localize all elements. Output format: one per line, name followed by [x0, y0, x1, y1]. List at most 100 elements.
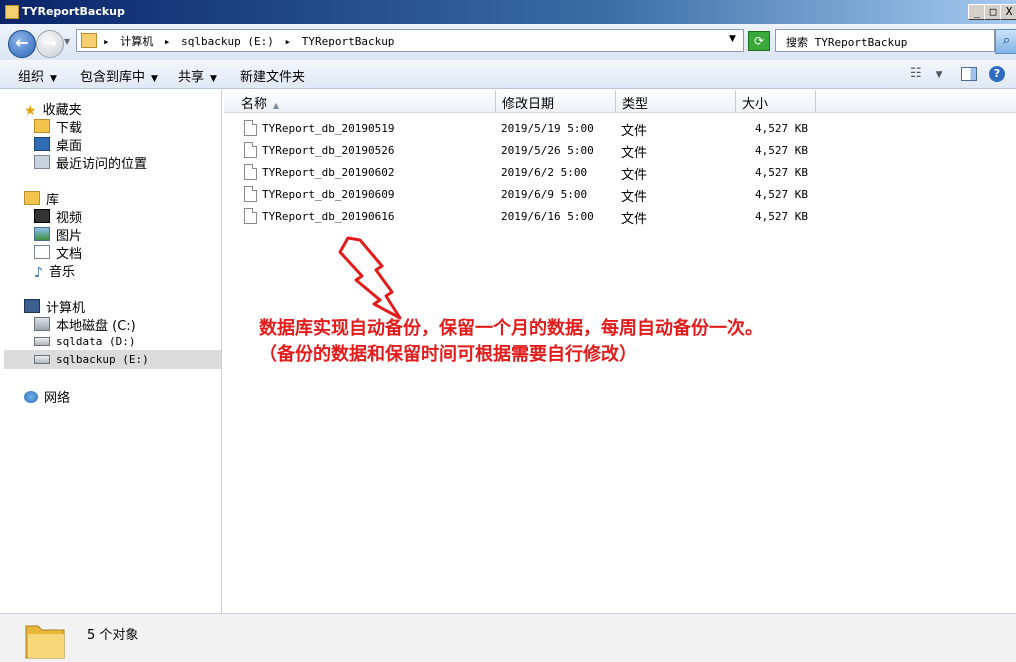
column-size[interactable]: 大小 — [742, 93, 768, 112]
nav-favorites[interactable]: ★ 收藏夹 — [24, 99, 82, 119]
address-dropdown-icon[interactable]: ▼ — [729, 34, 736, 44]
breadcrumb-drive[interactable]: sqlbackup (E:) — [181, 35, 274, 48]
file-name: TYReport_db_20190526 — [262, 144, 395, 157]
include-in-library-button[interactable]: 包含到库中 ▼ — [80, 66, 158, 85]
nav-music[interactable]: ♪ 音乐 — [34, 261, 75, 281]
nav-documents[interactable]: 文档 — [34, 243, 82, 262]
nav-desktop-label: 桌面 — [56, 139, 83, 154]
file-modified: 2019/5/19 5:00 — [501, 122, 594, 135]
file-name: TYReport_db_20190519 — [262, 122, 395, 135]
nav-drive-d[interactable]: sqldata (D:) — [34, 335, 135, 348]
file-size: 4,527 KB — [755, 210, 808, 223]
video-icon — [34, 209, 50, 223]
file-name: TYReport_db_20190616 — [262, 210, 395, 223]
sort-ascending-icon: ▲ — [273, 101, 280, 110]
file-modified: 2019/6/16 5:00 — [501, 210, 594, 223]
file-row[interactable]: TYReport_db_20190616 2019/6/16 5:00 文件 4… — [224, 206, 1016, 228]
recent-places-icon — [34, 155, 50, 169]
file-modified: 2019/6/9 5:00 — [501, 188, 588, 201]
nav-libraries[interactable]: 库 — [24, 189, 59, 208]
nav-recent-label: 最近访问的位置 — [56, 157, 148, 172]
search-button[interactable]: ⌕ — [995, 29, 1016, 54]
nav-recent[interactable]: 最近访问的位置 — [34, 153, 147, 172]
column-name[interactable]: 名称 ▲ — [241, 93, 279, 112]
file-name: TYReport_db_20190609 — [262, 188, 395, 201]
file-icon — [244, 120, 257, 136]
library-icon — [24, 191, 40, 205]
view-list-icon: ☷ — [910, 66, 922, 81]
nav-drive-c[interactable]: 本地磁盘 (C:) — [34, 315, 136, 334]
column-divider[interactable] — [495, 90, 496, 112]
file-type: 文件 — [621, 146, 648, 161]
file-modified: 2019/5/26 5:00 — [501, 144, 594, 157]
file-row[interactable]: TYReport_db_20190526 2019/5/26 5:00 文件 4… — [224, 140, 1016, 162]
chevron-down-icon: ▼ — [151, 74, 158, 84]
breadcrumb: ▸ 计算机 ▸ sqlbackup (E:) ▸ TYReportBackup — [103, 33, 398, 49]
nav-downloads[interactable]: 下载 — [34, 117, 82, 136]
desktop-icon — [34, 137, 50, 151]
drive-icon — [34, 337, 50, 346]
nav-music-label: 音乐 — [48, 265, 75, 280]
file-size: 4,527 KB — [755, 122, 808, 135]
file-row[interactable]: TYReport_db_20190519 2019/5/19 5:00 文件 4… — [224, 118, 1016, 140]
breadcrumb-separator-icon[interactable]: ▸ — [164, 35, 171, 48]
nav-desktop[interactable]: 桌面 — [34, 135, 82, 154]
chevron-down-icon[interactable]: ▼ — [936, 70, 943, 80]
recent-pages-dropdown-icon[interactable]: ▼ — [64, 37, 70, 46]
network-icon — [24, 391, 38, 403]
column-type[interactable]: 类型 — [622, 93, 648, 112]
breadcrumb-separator-icon[interactable]: ▸ — [284, 35, 291, 48]
file-row[interactable]: TYReport_db_20190602 2019/6/2 5:00 文件 4,… — [224, 162, 1016, 184]
column-divider[interactable] — [735, 90, 736, 112]
nav-network[interactable]: 网络 — [24, 387, 70, 406]
file-name: TYReport_db_20190602 — [262, 166, 395, 179]
nav-drive-e[interactable]: sqlbackup (E:) — [34, 353, 149, 366]
organize-button[interactable]: 组织 ▼ — [18, 66, 57, 85]
share-label: 共享 — [178, 70, 205, 85]
file-size: 4,527 KB — [755, 166, 808, 179]
folder-icon — [81, 33, 97, 48]
preview-pane-button[interactable] — [961, 67, 977, 81]
music-note-icon: ♪ — [34, 265, 43, 281]
forward-button[interactable]: → — [36, 30, 64, 58]
address-box[interactable]: ▸ 计算机 ▸ sqlbackup (E:) ▸ TYReportBackup — [76, 29, 744, 52]
nav-network-label: 网络 — [44, 391, 71, 406]
breadcrumb-computer[interactable]: 计算机 — [120, 35, 153, 48]
search-input[interactable]: 搜索 TYReportBackup — [775, 29, 995, 52]
help-button[interactable]: ? — [989, 66, 1005, 82]
column-modified[interactable]: 修改日期 — [502, 93, 554, 112]
nav-videos[interactable]: 视频 — [34, 207, 82, 226]
nav-computer[interactable]: 计算机 — [24, 297, 85, 316]
lightning-arrow-icon — [338, 236, 402, 320]
new-folder-button[interactable]: 新建文件夹 — [240, 66, 305, 85]
column-header-bar — [224, 90, 1016, 113]
document-icon — [34, 245, 50, 259]
column-divider[interactable] — [815, 90, 816, 112]
chevron-down-icon: ▼ — [50, 74, 57, 84]
file-modified: 2019/6/2 5:00 — [501, 166, 588, 179]
refresh-button[interactable]: ⟳ — [748, 31, 770, 51]
breadcrumb-folder[interactable]: TYReportBackup — [302, 35, 395, 48]
file-size: 4,527 KB — [755, 188, 808, 201]
nav-drive-c-label: 本地磁盘 (C:) — [56, 319, 136, 334]
change-view-button[interactable]: ☷ ▼ — [910, 66, 943, 81]
nav-pictures[interactable]: 图片 — [34, 225, 82, 244]
nav-drive-e-label: sqlbackup (E:) — [56, 353, 149, 366]
file-row[interactable]: TYReport_db_20190609 2019/6/9 5:00 文件 4,… — [224, 184, 1016, 206]
nav-documents-label: 文档 — [56, 247, 83, 262]
search-icon: ⌕ — [1002, 33, 1011, 48]
column-divider[interactable] — [615, 90, 616, 112]
nav-videos-label: 视频 — [56, 211, 83, 226]
share-button[interactable]: 共享 ▼ — [178, 66, 217, 85]
file-type: 文件 — [621, 190, 648, 205]
file-icon — [244, 208, 257, 224]
search-placeholder: 搜索 TYReportBackup — [786, 36, 908, 49]
file-icon — [244, 142, 257, 158]
include-in-library-label: 包含到库中 — [80, 70, 146, 85]
close-button[interactable]: X — [1000, 4, 1016, 20]
nav-downloads-label: 下载 — [56, 121, 83, 136]
back-button[interactable]: ← — [8, 30, 36, 58]
breadcrumb-separator-icon[interactable]: ▸ — [103, 35, 110, 48]
item-count: 5 个对象 — [87, 628, 139, 643]
file-icon — [244, 164, 257, 180]
